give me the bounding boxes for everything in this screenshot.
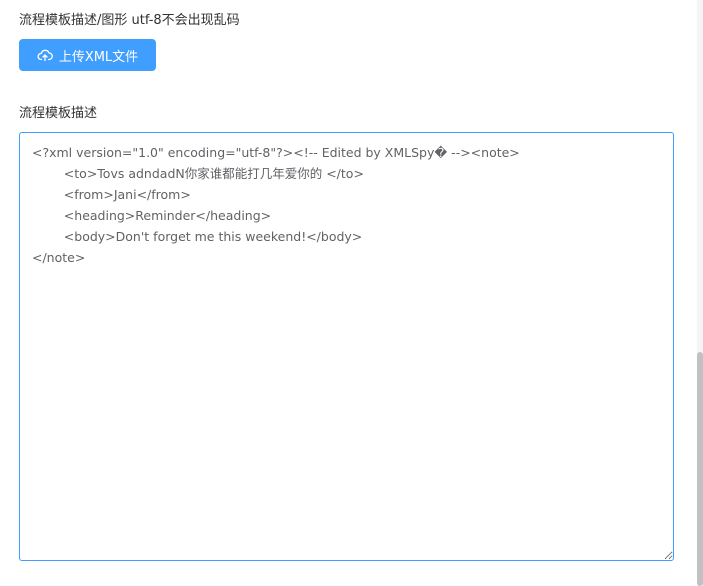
upload-xml-button-label: 上传XML文件 (58, 49, 139, 65)
upload-cloud-icon (37, 47, 53, 63)
description-label: 流程模板描述 (19, 106, 98, 121)
page-scrollbar[interactable] (697, 0, 703, 586)
page-scrollbar-thumb[interactable] (697, 352, 703, 586)
page: 流程模板描述/图形 utf-8不会出现乱码 上传XML文件 流程模板描述 <?x… (0, 0, 703, 586)
description-textarea[interactable]: <?xml version="1.0" encoding="utf-8"?><!… (19, 132, 674, 561)
upload-xml-button[interactable]: 上传XML文件 (19, 39, 156, 71)
upload-label: 流程模板描述/图形 utf-8不会出现乱码 (19, 13, 240, 28)
